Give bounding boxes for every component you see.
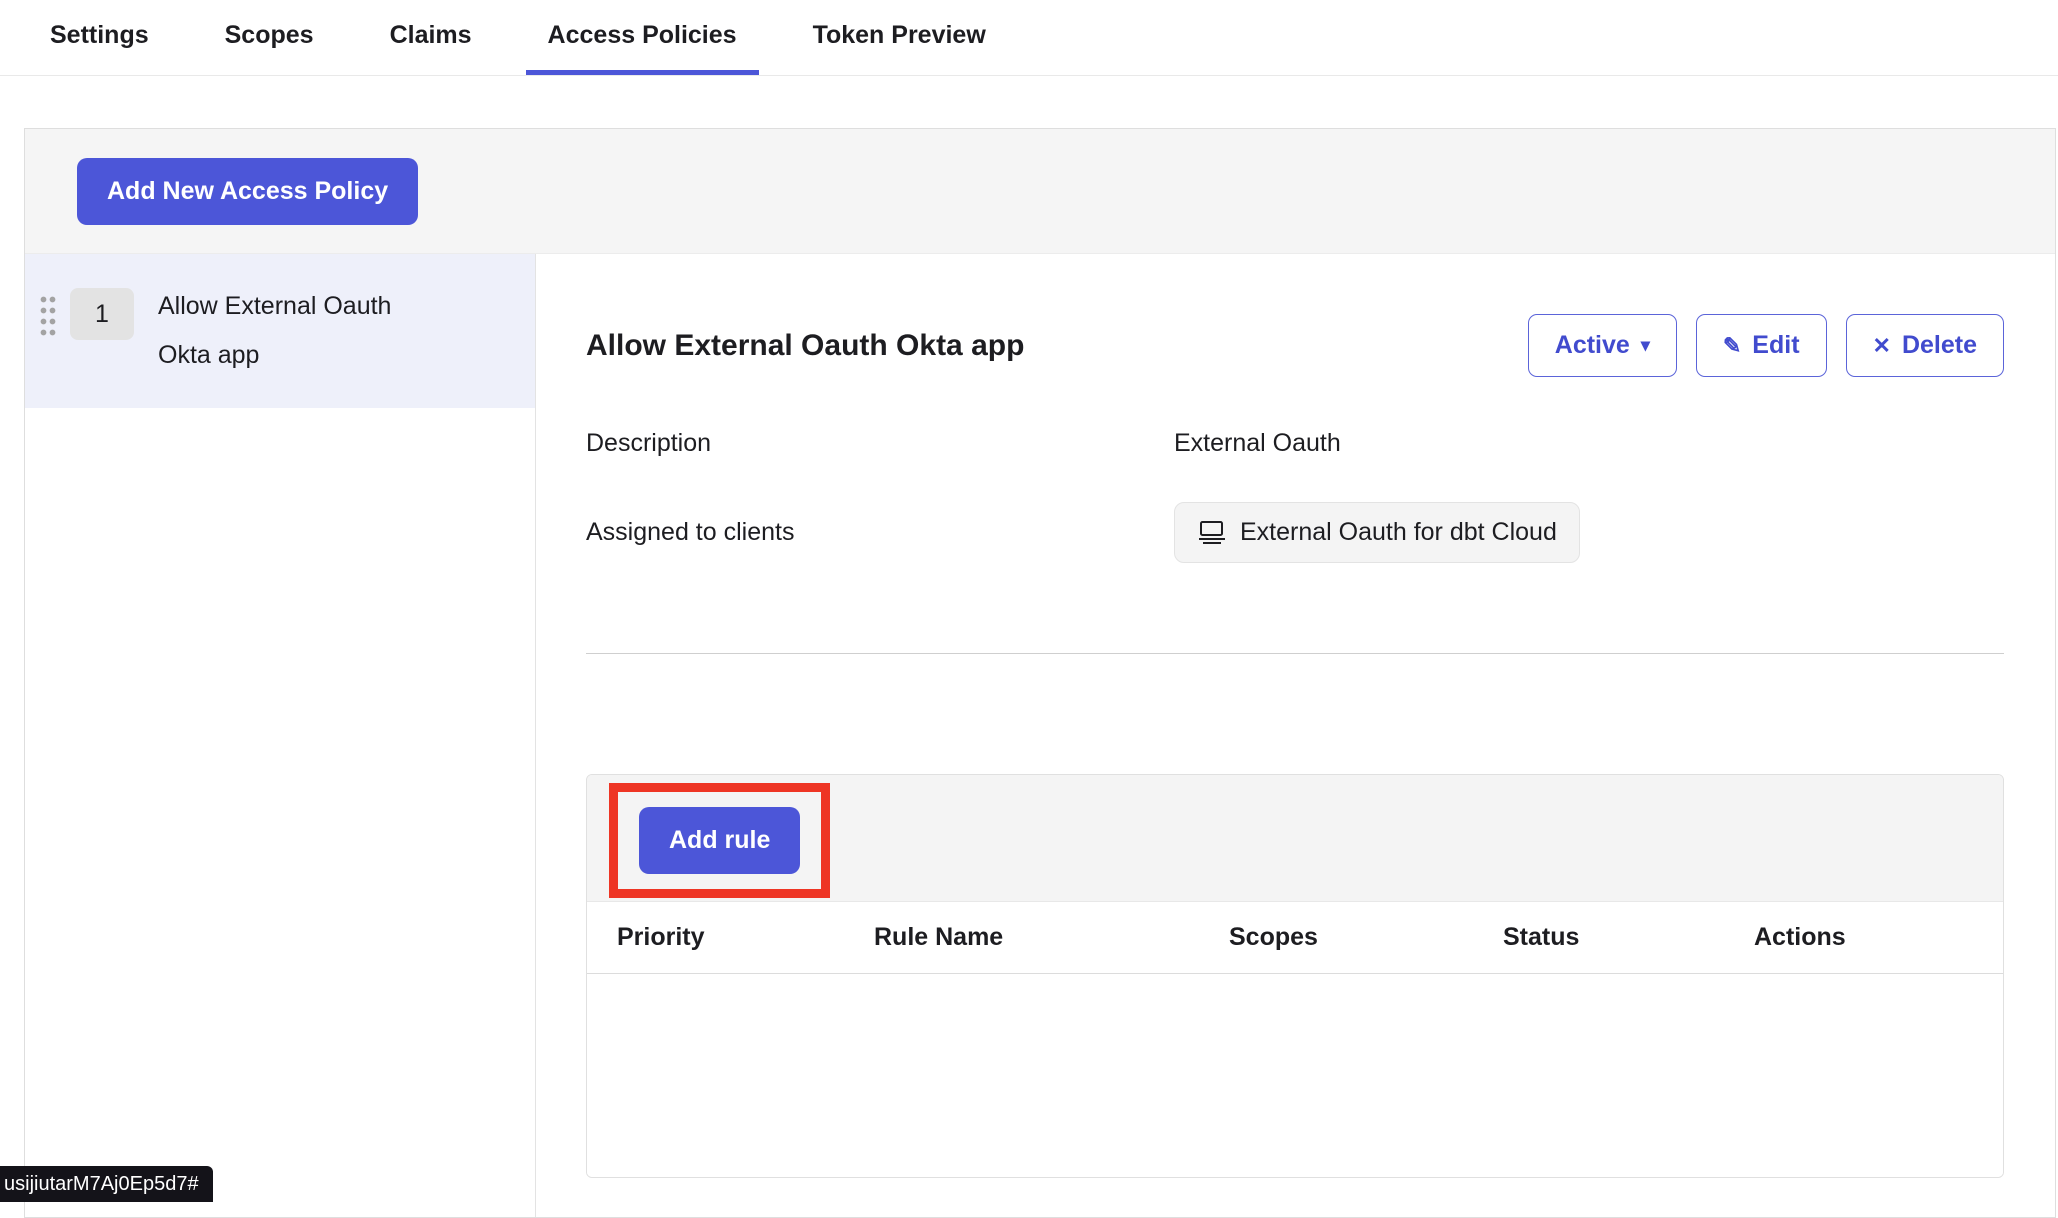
- tab-token-preview[interactable]: Token Preview: [791, 21, 1008, 75]
- rules-toolbar: Add rule: [587, 775, 2003, 902]
- access-policies-panel: Add New Access Policy 1 Allow External O…: [24, 128, 2056, 1218]
- add-rule-button[interactable]: Add rule: [639, 807, 800, 874]
- policy-title: Allow External Oauth Okta app: [586, 329, 1024, 363]
- column-header-status: Status: [1503, 923, 1754, 952]
- column-header-scopes: Scopes: [1229, 923, 1503, 952]
- client-chip[interactable]: External Oauth for dbt Cloud: [1174, 502, 1580, 563]
- column-header-actions: Actions: [1754, 923, 2003, 952]
- panel-content: 1 Allow External Oauth Okta app Allow Ex…: [25, 253, 2055, 1217]
- column-header-rule-name: Rule Name: [874, 923, 1229, 952]
- tab-claims[interactable]: Claims: [368, 21, 494, 75]
- tab-access-policies[interactable]: Access Policies: [526, 21, 759, 75]
- assigned-clients-label: Assigned to clients: [586, 518, 1174, 547]
- rules-table-header: Priority Rule Name Scopes Status Actions: [587, 902, 2003, 974]
- client-chip-label: External Oauth for dbt Cloud: [1240, 518, 1557, 547]
- delete-button-label: Delete: [1902, 331, 1977, 360]
- edit-button[interactable]: ✎ Edit: [1696, 314, 1827, 377]
- pencil-icon: ✎: [1723, 335, 1741, 357]
- section-divider: [586, 653, 2004, 654]
- close-icon: ✕: [1873, 335, 1891, 357]
- add-new-access-policy-button[interactable]: Add New Access Policy: [77, 158, 418, 225]
- active-status-dropdown[interactable]: Active ▾: [1528, 314, 1677, 377]
- policy-list: 1 Allow External Oauth Okta app: [25, 254, 536, 1217]
- policy-list-item[interactable]: 1 Allow External Oauth Okta app: [25, 254, 535, 408]
- description-label: Description: [586, 429, 1174, 458]
- edit-button-label: Edit: [1752, 331, 1799, 360]
- policy-priority-badge: 1: [70, 288, 134, 340]
- panel-toolbar: Add New Access Policy: [25, 129, 2055, 253]
- policy-action-buttons: Active ▾ ✎ Edit ✕ Delete: [1528, 314, 2004, 377]
- annotation-highlight: Add rule: [609, 783, 830, 898]
- link-status-tooltip: usijiutarM7Aj0Ep5d7#: [0, 1166, 213, 1202]
- tab-bar: Settings Scopes Claims Access Policies T…: [0, 0, 2058, 76]
- delete-button[interactable]: ✕ Delete: [1846, 314, 2004, 377]
- chevron-down-icon: ▾: [1641, 335, 1650, 356]
- description-value: External Oauth: [1174, 429, 2004, 458]
- policy-info-grid: Description External Oauth Assigned to c…: [586, 429, 2004, 563]
- tab-scopes[interactable]: Scopes: [203, 21, 336, 75]
- column-header-priority: Priority: [617, 923, 874, 952]
- tab-settings[interactable]: Settings: [28, 21, 171, 75]
- policy-detail: Allow External Oauth Okta app Active ▾ ✎…: [536, 254, 2055, 1217]
- policy-item-label: Allow External Oauth Okta app: [158, 282, 448, 380]
- policy-detail-header: Allow External Oauth Okta app Active ▾ ✎…: [586, 314, 2004, 377]
- rules-section: Add rule Priority Rule Name Scopes Statu…: [586, 774, 2004, 1178]
- monitor-icon: [1197, 520, 1227, 546]
- rules-table-empty-body: [587, 974, 2003, 1177]
- active-status-label: Active: [1555, 331, 1630, 360]
- drag-handle-icon[interactable]: [39, 294, 56, 338]
